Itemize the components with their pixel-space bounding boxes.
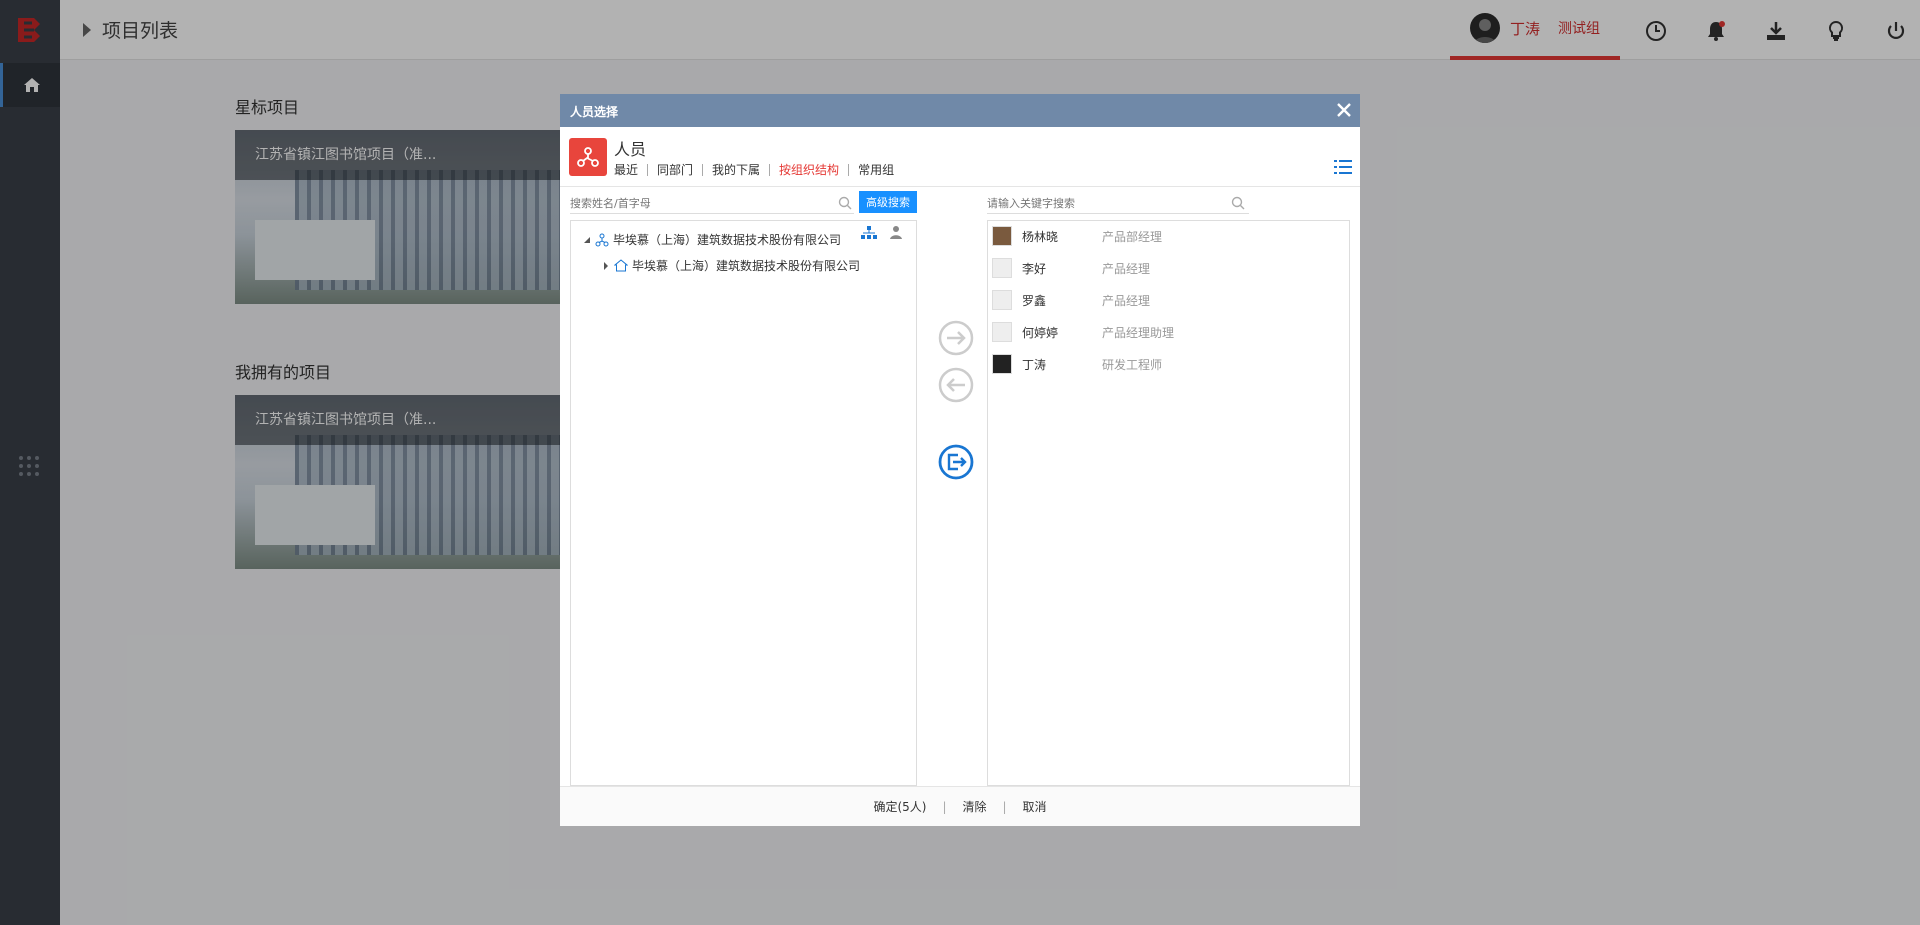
avatar [992,322,1012,342]
tab-my-subordinates[interactable]: 我的下属 [702,164,769,176]
keyword-search-input[interactable] [987,193,1249,213]
close-icon[interactable] [1334,100,1354,120]
selected-people-panel: 杨林晓 产品部经理 李好 产品经理 罗鑫 产品经理 何婷婷 产品经理助理 丁涛 … [987,220,1350,786]
confirm-button[interactable]: 确定(5人) [873,798,926,815]
search-people-field[interactable] [570,193,854,214]
person-name: 丁涛 [1022,357,1047,372]
search-selected-field[interactable] [987,193,1249,214]
person-name: 杨林晓 [1022,229,1059,244]
avatar [992,258,1012,278]
search-icon [838,196,852,210]
tree-node-child[interactable]: 毕埃慕（上海）建筑数据技术股份有限公司 [602,257,860,274]
list-view-icon[interactable] [1334,159,1352,175]
dialog-footer: 确定(5人) | 清除 | 取消 [560,786,1360,826]
advanced-search-button[interactable]: 高级搜索 [859,191,917,213]
list-item[interactable]: 李好 产品经理 [992,256,1150,280]
org-structure-icon [569,138,607,176]
person-role: 产品部经理 [1102,229,1163,244]
tab-bar: 最近 同部门 我的下属 按组织结构 常用组 [614,164,903,176]
person-name: 罗鑫 [1022,293,1047,308]
tab-same-department[interactable]: 同部门 [647,164,702,176]
person-role: 产品经理助理 [1102,325,1175,340]
tab-common-groups[interactable]: 常用组 [848,164,903,176]
add-arrow-right-icon[interactable] [938,320,974,356]
avatar [992,354,1012,374]
dialog-title: 人员选择 [570,105,619,119]
export-icon[interactable] [938,444,974,480]
tab-org-structure[interactable]: 按组织结构 [769,164,848,176]
org-chart-icon[interactable] [861,226,877,240]
person-role: 研发工程师 [1102,357,1163,372]
person-filter-icon[interactable] [889,225,905,240]
footer-divider: | [942,799,947,814]
person-name: 李好 [1022,261,1047,276]
tab-recent[interactable]: 最近 [614,164,647,176]
list-item[interactable]: 何婷婷 产品经理助理 [992,320,1174,344]
tree-node-label: 毕埃慕（上海）建筑数据技术股份有限公司 [613,233,842,247]
avatar [992,290,1012,310]
avatar [992,226,1012,246]
search-input[interactable] [570,193,854,213]
collapsed-triangle-icon[interactable] [602,261,610,270]
person-role: 产品经理 [1102,261,1151,276]
person-name: 何婷婷 [1022,325,1059,340]
tree-node-root[interactable]: 毕埃慕（上海）建筑数据技术股份有限公司 [583,231,841,248]
org-node-icon [595,233,609,246]
search-icon [1231,196,1245,210]
list-item[interactable]: 罗鑫 产品经理 [992,288,1150,312]
org-tree-panel: 毕埃慕（上海）建筑数据技术股份有限公司 毕埃慕（上海）建筑数据技术股份有限公司 [570,220,917,786]
clear-button[interactable]: 清除 [962,798,986,815]
home-node-icon [614,258,628,271]
tree-node-label: 毕埃慕（上海）建筑数据技术股份有限公司 [632,259,861,273]
dialog-header: 人员选择 [560,94,1360,127]
dialog-toolbar: 人员 最近 同部门 我的下属 按组织结构 常用组 [560,127,1360,187]
expanded-triangle-icon[interactable] [583,236,591,244]
list-item[interactable]: 丁涛 研发工程师 [992,352,1162,376]
list-item[interactable]: 杨林晓 产品部经理 [992,224,1162,248]
panel-title: 人员 [614,140,647,159]
footer-divider: | [1002,799,1007,814]
person-role: 产品经理 [1102,293,1151,308]
cancel-button[interactable]: 取消 [1023,798,1047,815]
remove-arrow-left-icon[interactable] [938,367,974,403]
people-select-dialog: 人员选择 人员 最近 同部门 我的下属 按组织结构 常用组 高级搜索 [560,94,1360,826]
